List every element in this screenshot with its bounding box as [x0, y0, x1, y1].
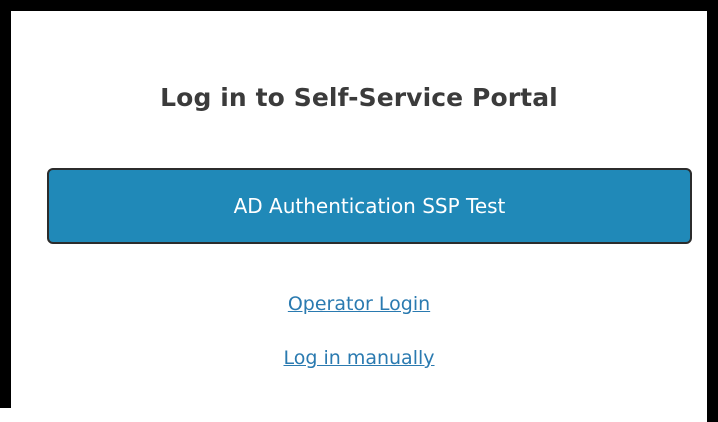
panel-border-right [707, 0, 718, 422]
operator-login-link[interactable]: Operator Login [11, 293, 707, 315]
ad-authentication-button-label: AD Authentication SSP Test [233, 194, 506, 218]
ad-authentication-button[interactable]: AD Authentication SSP Test [47, 168, 692, 244]
login-panel: Log in to Self-Service Portal AD Authent… [0, 0, 718, 422]
page-title: Log in to Self-Service Portal [160, 83, 558, 112]
panel-border-top [0, 0, 718, 11]
panel-border-left [0, 0, 11, 408]
manual-login-link[interactable]: Log in manually [11, 347, 707, 369]
panel-corner-gap [4, 411, 10, 422]
